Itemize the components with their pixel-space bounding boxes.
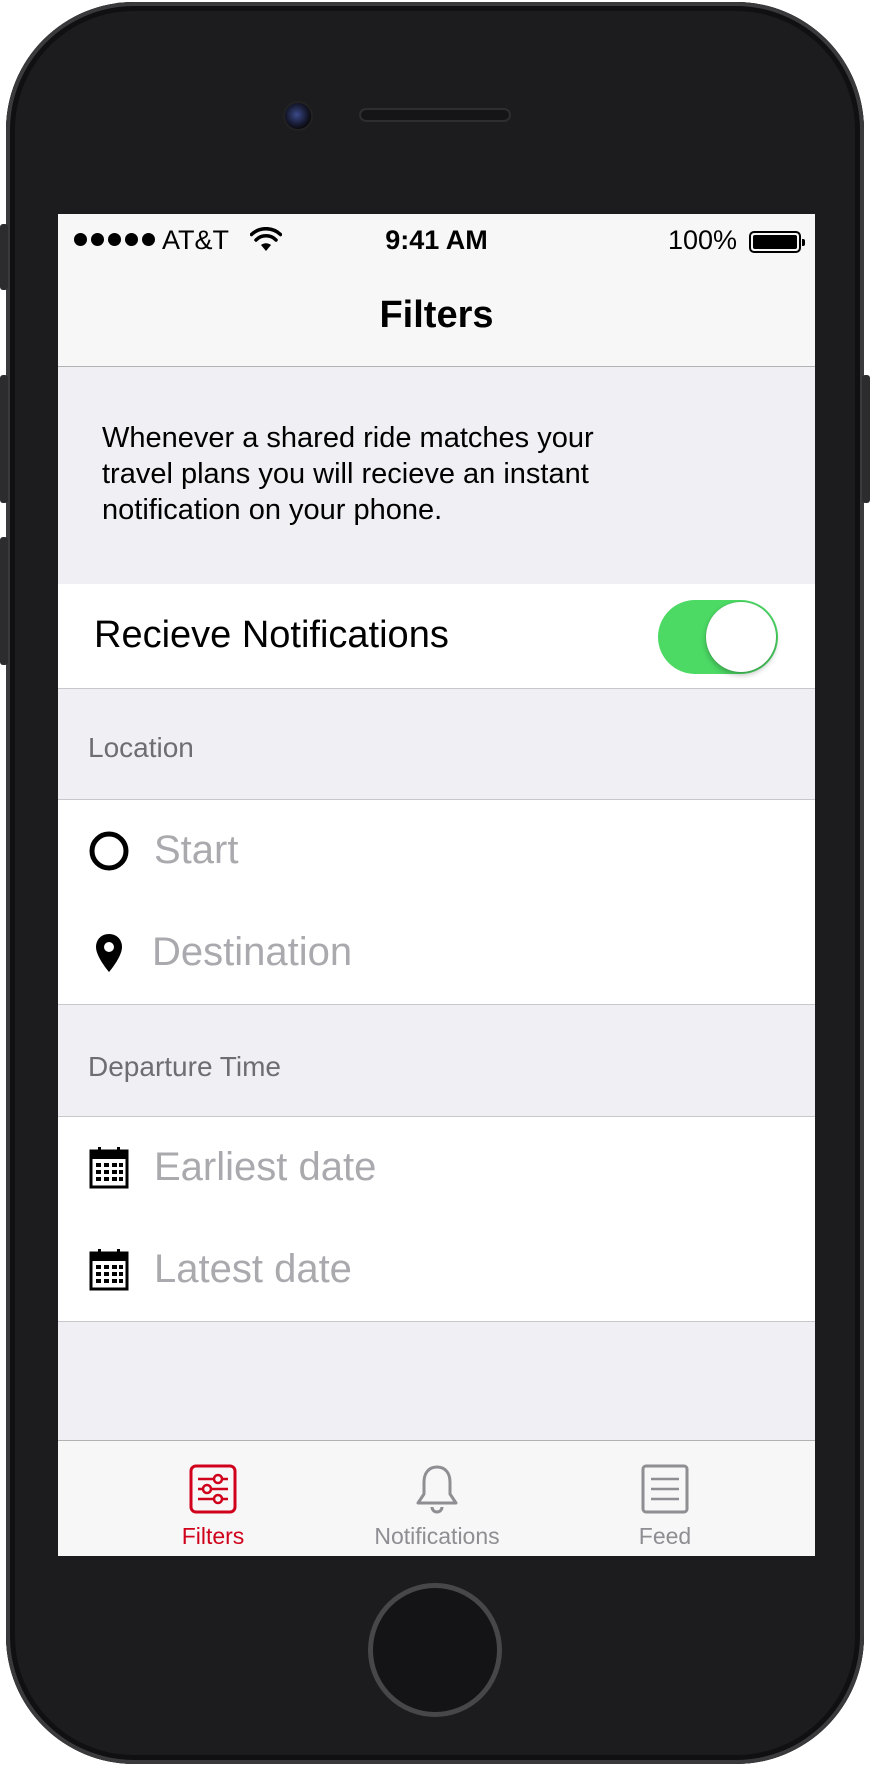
front-camera [285,103,311,129]
tab-feed[interactable]: Feed [555,1441,775,1556]
app-screen: AT&T 9:41 AM 100% Filters Whenever a sha… [58,214,815,1556]
latest-date-field[interactable]: Latest date [58,1219,815,1322]
earpiece-speaker [359,108,511,122]
info-line-2: travel plans you will recieve an instant [102,458,589,490]
volume-up-button [0,375,8,503]
calendar-icon [86,1145,132,1191]
home-button[interactable] [368,1583,502,1717]
status-bar: AT&T 9:41 AM 100% [58,214,815,270]
power-button [862,375,870,503]
tab-notifications[interactable]: Notifications [327,1441,547,1556]
circle-outline-icon [86,828,132,874]
destination-placeholder: Destination [152,930,353,974]
battery-icon [749,231,805,253]
volume-down-button [0,537,8,665]
location-section-header: Location [88,732,194,763]
start-placeholder: Start [154,828,239,872]
tab-bar: Filters Notifications Feed [58,1440,815,1556]
page-title: Filters [379,294,494,336]
sliders-icon [189,1464,237,1514]
earliest-date-placeholder: Earliest date [154,1145,377,1189]
map-pin-icon [86,930,132,976]
latest-date-placeholder: Latest date [154,1247,352,1291]
notifications-toggle-label: Recieve Notifications [94,614,449,656]
info-line-1: Whenever a shared ride matches your [102,422,594,454]
destination-field[interactable]: Destination [58,902,815,1005]
earliest-date-field[interactable]: Earliest date [58,1116,815,1220]
tab-filters[interactable]: Filters [103,1441,323,1556]
tab-notifications-label: Notifications [374,1523,500,1549]
bell-icon [416,1465,458,1514]
start-location-field[interactable]: Start [58,799,815,903]
info-line-3: notification on your phone. [102,494,443,526]
notifications-toggle-row: Recieve Notifications [58,584,815,689]
notification-info-text: Whenever a shared ride matches your trav… [102,420,762,528]
tab-feed-label: Feed [638,1523,692,1549]
battery-percentage: 100% [667,225,737,255]
feed-icon [641,1464,689,1514]
toggle-knob [706,602,776,672]
departure-section-header: Departure Time [88,1051,281,1082]
calendar-icon [86,1247,132,1293]
tab-filters-label: Filters [181,1523,245,1549]
mute-switch [0,224,8,290]
notifications-toggle-switch[interactable] [658,600,778,674]
navigation-bar: Filters [58,270,815,367]
